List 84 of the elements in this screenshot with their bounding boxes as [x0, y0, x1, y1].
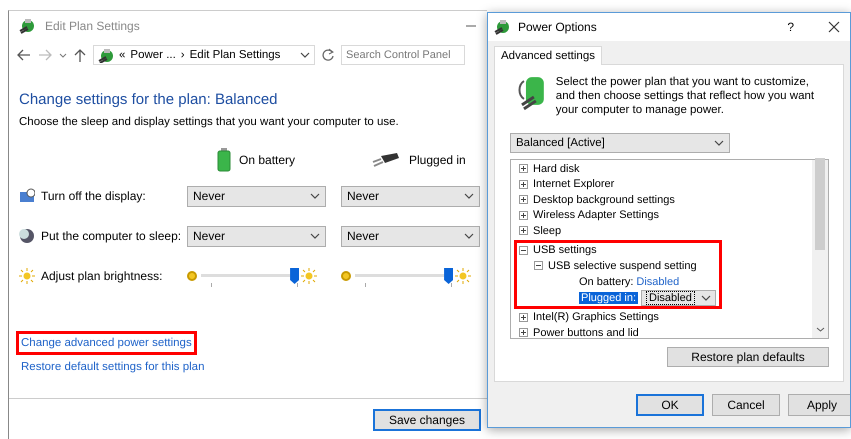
setting-label: Put the computer to sleep: [41, 229, 182, 243]
tree-item[interactable]: Internet Explorer [533, 178, 614, 190]
dim-brightness-icon [187, 271, 197, 281]
tree-item[interactable]: Power buttons and lid [533, 326, 639, 339]
bright-sun-icon [455, 268, 471, 284]
dim-brightness-icon [341, 271, 351, 281]
window-title: Edit Plan Settings [45, 19, 141, 33]
dialog-title: Power Options [518, 20, 598, 34]
slider-thumb[interactable] [290, 268, 300, 284]
expand-icon[interactable] [519, 312, 528, 322]
breadcrumb-overflow[interactable]: « [119, 49, 126, 61]
intro-text: Select the power plan that you want to customize, and then choose settings that reflect how you want your computer to manage power. [556, 75, 816, 117]
chevron-icon [310, 193, 320, 199]
option-label[interactable]: Plugged in: [579, 292, 638, 304]
page-heading: Change settings for the plan: Balanced [19, 91, 279, 108]
column-header: Plugged in [409, 153, 466, 167]
search-field[interactable]: Search Control Panel [341, 45, 465, 65]
expand-icon[interactable] [519, 210, 528, 220]
address-bar[interactable]: « Power ... › Edit Plan Settings [93, 45, 315, 65]
setting-dropdown[interactable]: Never [187, 226, 326, 246]
scrollbar-thumb[interactable] [815, 158, 825, 250]
tree-item[interactable]: USB settings [533, 244, 597, 256]
expand-icon[interactable] [519, 226, 528, 236]
refresh-icon[interactable] [322, 48, 334, 62]
tree-item[interactable]: Wireless Adapter Settings [533, 209, 659, 222]
setting-label: Turn off the display: [41, 189, 146, 203]
breadcrumb-item[interactable]: Edit Plan Settings [190, 49, 280, 61]
dialog-button[interactable]: Cancel [712, 394, 780, 416]
power-plan-icon [19, 17, 37, 35]
expand-icon[interactable] [519, 164, 528, 174]
scrollbar[interactable] [812, 160, 828, 338]
expand-icon[interactable] [519, 180, 528, 189]
settings-link[interactable]: Change advanced power settings [19, 334, 194, 352]
breadcrumb-separator: › [180, 49, 185, 61]
tree-item[interactable]: Intel(R) Graphics Settings [533, 311, 659, 324]
option-label[interactable]: On battery: [579, 276, 634, 288]
chevron-icon [714, 140, 724, 146]
display-clock-icon [19, 188, 35, 204]
power-plan-icon [494, 18, 512, 36]
slider-thumb[interactable] [444, 268, 454, 284]
dialog-button[interactable]: Apply [788, 394, 850, 416]
chevron-icon[interactable] [300, 52, 310, 58]
tree-item[interactable]: Desktop background settings [533, 194, 675, 206]
plan-dropdown[interactable]: Balanced [Active] [510, 133, 730, 153]
setting-dropdown[interactable]: Never [187, 186, 326, 206]
chevron-icon [464, 193, 474, 199]
column-header: On battery [239, 153, 296, 167]
back-arrow-icon[interactable] [17, 49, 31, 61]
tab[interactable]: Advanced settings [494, 46, 602, 65]
bright-sun-icon [301, 268, 317, 284]
moon-icon [19, 228, 35, 244]
settings-link[interactable]: Restore default settings for this plan [19, 358, 206, 376]
collapse-icon[interactable] [534, 261, 543, 270]
option-value[interactable]: Disabled [636, 276, 680, 288]
setting-dropdown[interactable]: Never [341, 186, 480, 206]
page-description: Choose the sleep and display settings that you want your computer to use. [19, 116, 400, 128]
scroll-down-icon[interactable] [816, 327, 824, 332]
brightness-slider[interactable] [355, 268, 451, 284]
sun-icon [19, 268, 35, 284]
chevron-icon [464, 233, 474, 239]
save-changes-button[interactable]: Save changes [372, 409, 481, 431]
expand-icon[interactable] [519, 328, 528, 338]
chevron-icon [700, 294, 711, 300]
power-plug-icon [371, 152, 401, 168]
setting-label: Adjust plan brightness: [41, 269, 162, 283]
tree-item[interactable]: USB selective suspend setting [548, 260, 697, 272]
battery-icon [217, 148, 231, 172]
dialog-button[interactable]: OK [636, 394, 704, 416]
power-plan-icon [98, 47, 114, 63]
collapse-icon[interactable] [519, 246, 528, 255]
settings-tree[interactable] [510, 159, 829, 339]
close-icon[interactable] [828, 21, 840, 33]
option-dropdown[interactable]: Disabled [641, 290, 716, 306]
setting-dropdown[interactable]: Never [341, 226, 480, 246]
breadcrumb-item[interactable]: Power ... [130, 49, 176, 61]
tree-item[interactable]: Hard disk [533, 162, 580, 175]
chevron-icon [310, 233, 320, 239]
help-button[interactable]: ? [787, 20, 794, 34]
restore-plan-defaults-button[interactable]: Restore plan defaults [667, 347, 829, 367]
up-arrow-icon[interactable] [74, 48, 86, 62]
chevron-icon[interactable] [59, 52, 67, 58]
expand-icon[interactable] [519, 195, 528, 204]
tree-item[interactable]: Sleep [533, 224, 562, 237]
brightness-slider[interactable] [201, 268, 297, 284]
